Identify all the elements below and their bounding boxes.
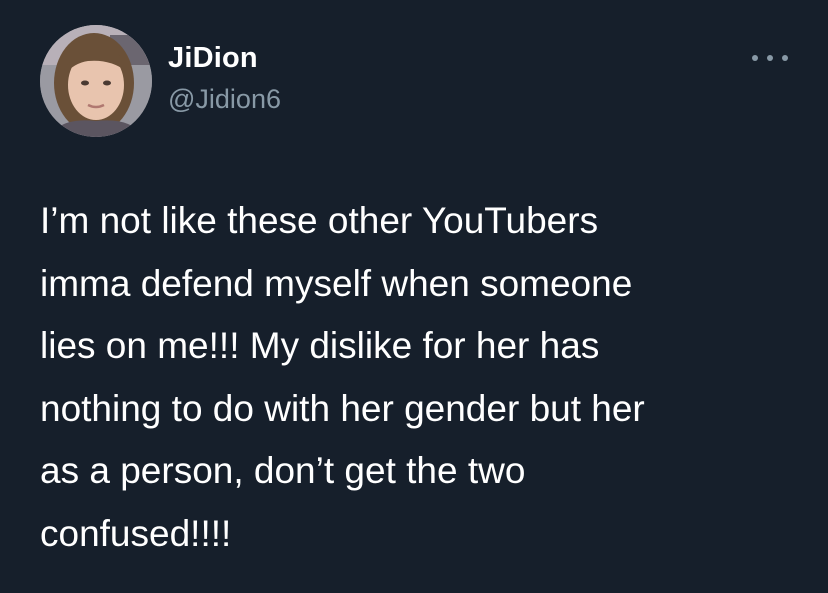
avatar[interactable]	[40, 25, 152, 137]
more-dot	[782, 55, 788, 61]
author-handle[interactable]: @Jidion6	[168, 84, 281, 115]
more-dot	[752, 55, 758, 61]
tweet-text: I’m not like these other YouTubers imma …	[40, 190, 810, 565]
tweet-text-line: as a person, don’t get the two	[40, 450, 526, 491]
author-name[interactable]: JiDion	[168, 42, 258, 75]
tweet-text-line: lies on me!!! My dislike for her has	[40, 325, 600, 366]
tweet-card: JiDion @Jidion6 I’m not like these other…	[0, 0, 828, 593]
more-dot	[767, 55, 773, 61]
tweet-text-line: nothing to do with her gender but her	[40, 387, 645, 429]
tweet-text-line: I’m not like these other YouTubers	[40, 200, 599, 241]
tweet-text-line: imma defend myself when someone	[40, 262, 633, 304]
avatar-image	[40, 25, 152, 137]
more-horizontal-icon[interactable]	[752, 48, 788, 68]
tweet-text-line: confused!!!!	[40, 512, 232, 554]
